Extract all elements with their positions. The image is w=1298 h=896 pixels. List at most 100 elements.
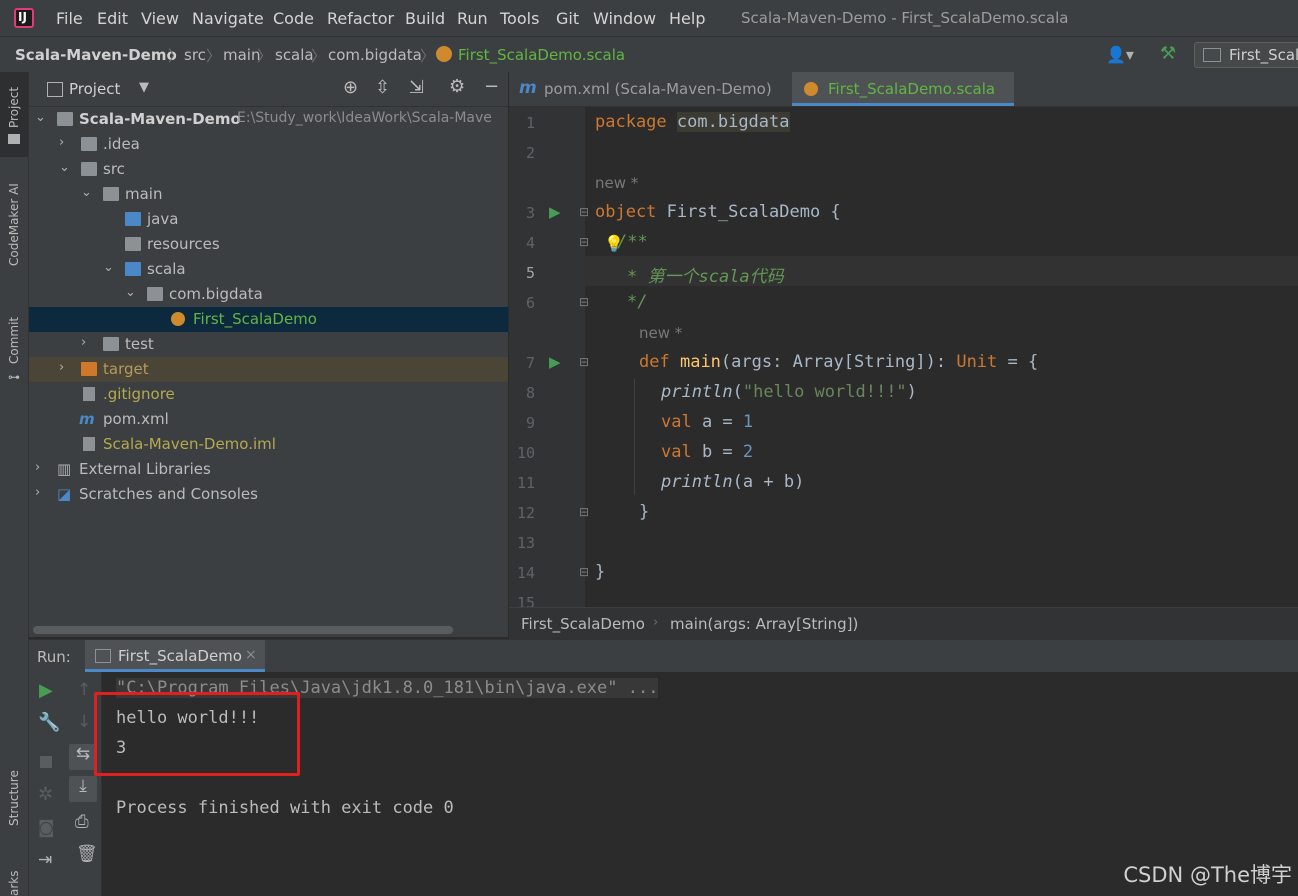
menu-build[interactable]: Build bbox=[405, 9, 445, 28]
window-title: Scala-Maven-Demo - First_ScalaDemo.scala bbox=[741, 9, 1069, 27]
code-line-5: * 第一个scala代码 bbox=[627, 262, 784, 287]
chevron-right-icon[interactable]: › bbox=[35, 460, 40, 475]
project-view-icon bbox=[47, 82, 63, 97]
codemaker-tool-tab[interactable]: CodeMaker AI bbox=[0, 172, 28, 282]
arrow-down-icon[interactable]: ↓ bbox=[77, 712, 91, 732]
horizontal-scrollbar[interactable] bbox=[33, 626, 453, 634]
expand-all-icon[interactable]: ⇳ bbox=[375, 77, 390, 98]
fold-icon[interactable]: ⊟ bbox=[579, 235, 589, 249]
chevron-down-icon[interactable]: ⌄ bbox=[125, 285, 136, 300]
breadcrumb-project[interactable]: Scala-Maven-Demo bbox=[15, 46, 177, 64]
tree-item-test[interactable]: › test bbox=[29, 332, 508, 357]
breadcrumb-main[interactable]: main bbox=[223, 46, 260, 64]
menu-refactor[interactable]: Refactor bbox=[327, 9, 394, 28]
intellij-logo-icon: IJ bbox=[14, 8, 34, 28]
chevron-right-icon[interactable]: › bbox=[59, 135, 64, 150]
wrench-icon[interactable]: 🔧 bbox=[38, 712, 60, 733]
exit-icon[interactable]: ⇥ bbox=[38, 850, 52, 870]
tree-item-scratches[interactable]: › ◪ Scratches and Consoles bbox=[29, 482, 508, 507]
run-gutter-icon[interactable]: ▶ bbox=[549, 353, 561, 371]
menu-window[interactable]: Window bbox=[593, 9, 656, 28]
project-panel-title[interactable]: Project bbox=[69, 80, 120, 98]
menu-edit[interactable]: Edit bbox=[97, 9, 128, 28]
line-number: 11 bbox=[516, 474, 535, 492]
breadcrumb-method[interactable]: main(args: Array[String]) bbox=[670, 615, 858, 633]
debug-icon[interactable]: ✲ bbox=[38, 784, 53, 805]
chevron-down-icon[interactable]: ⌄ bbox=[81, 185, 92, 200]
tab-first-scalademo[interactable]: First_ScalaDemo.scala bbox=[792, 72, 1014, 106]
stop-icon[interactable] bbox=[40, 756, 52, 768]
tree-item-pom[interactable]: m pom.xml bbox=[29, 407, 508, 432]
chevron-down-icon[interactable]: ⌄ bbox=[59, 160, 70, 175]
commit-tool-tab[interactable]: Commit ⊶ bbox=[0, 312, 28, 387]
chevron-down-icon[interactable]: ⌄ bbox=[35, 110, 46, 125]
tree-item-main[interactable]: ⌄ main bbox=[29, 182, 508, 207]
code-line-10: val b = 2 bbox=[661, 442, 753, 462]
run-configuration-select[interactable]: First_Scal bbox=[1194, 42, 1298, 68]
print-icon[interactable]: ⎙ bbox=[75, 812, 89, 832]
chevron-right-icon[interactable]: › bbox=[81, 335, 86, 350]
bookmarks-tool-tab[interactable]: arks bbox=[0, 862, 28, 896]
tab-pom-xml[interactable]: m pom.xml (Scala-Maven-Demo) bbox=[509, 72, 791, 106]
project-tool-tab[interactable]: Project bbox=[0, 72, 28, 157]
menu-file[interactable]: File bbox=[56, 9, 83, 28]
collapse-all-icon[interactable]: ⇲ bbox=[409, 77, 424, 98]
chevron-down-icon[interactable]: ⌄ bbox=[103, 260, 114, 275]
run-tab-first-scalademo[interactable]: First_ScalaDemo × bbox=[85, 640, 265, 672]
arrow-up-icon[interactable]: ↑ bbox=[77, 680, 91, 700]
scala-object-icon bbox=[171, 312, 185, 326]
minimize-icon[interactable]: − bbox=[484, 76, 499, 97]
fold-icon[interactable]: ⊟ bbox=[579, 505, 589, 519]
user-icon[interactable]: 👤▾ bbox=[1106, 45, 1134, 64]
commit-tool-label: Commit bbox=[7, 316, 21, 364]
code-vision-hint[interactable]: new * bbox=[595, 174, 638, 192]
tree-item-gitignore[interactable]: .gitignore bbox=[29, 382, 508, 407]
structure-tool-tab[interactable]: Structure bbox=[0, 762, 28, 852]
soft-wrap-icon[interactable]: ⇆ bbox=[69, 744, 97, 770]
chevron-right-icon[interactable]: › bbox=[59, 360, 64, 375]
chevron-right-icon[interactable]: › bbox=[35, 485, 40, 500]
breadcrumb-object[interactable]: First_ScalaDemo bbox=[521, 615, 645, 633]
tree-item-src[interactable]: ⌄ src bbox=[29, 157, 508, 182]
menu-view[interactable]: View bbox=[141, 9, 179, 28]
code-line-12: } bbox=[639, 502, 649, 522]
tree-item-scala[interactable]: ⌄ scala bbox=[29, 257, 508, 282]
breadcrumb-package[interactable]: com.bigdata bbox=[328, 46, 422, 64]
menu-code[interactable]: Code bbox=[273, 9, 314, 28]
menu-run[interactable]: Run bbox=[457, 9, 488, 28]
menu-tools[interactable]: Tools bbox=[500, 9, 539, 28]
keyword: package bbox=[595, 112, 667, 132]
tree-item-resources[interactable]: resources bbox=[29, 232, 508, 257]
menu-navigate[interactable]: Navigate bbox=[192, 9, 264, 28]
run-gutter-icon[interactable]: ▶ bbox=[549, 203, 561, 221]
tab-label: pom.xml (Scala-Maven-Demo) bbox=[544, 80, 772, 98]
tree-item-project-root[interactable]: ⌄ Scala-Maven-Demo E:\Study_work\IdeaWor… bbox=[29, 107, 508, 132]
menu-git[interactable]: Git bbox=[556, 9, 579, 28]
code-vision-hint[interactable]: new * bbox=[639, 324, 682, 342]
locate-target-icon[interactable]: ⊕ bbox=[343, 77, 358, 98]
fold-icon[interactable]: ⊟ bbox=[579, 355, 589, 369]
folder-icon bbox=[103, 337, 119, 351]
build-hammer-icon[interactable]: ⚒ bbox=[1160, 43, 1176, 64]
breadcrumb-scala[interactable]: scala bbox=[275, 46, 314, 64]
fold-icon[interactable]: ⊟ bbox=[579, 205, 589, 219]
breadcrumb-src[interactable]: src bbox=[184, 46, 206, 64]
tree-item-package[interactable]: ⌄ com.bigdata bbox=[29, 282, 508, 307]
scroll-to-end-icon[interactable]: ⤓ bbox=[69, 776, 97, 802]
trash-icon[interactable]: 🗑 bbox=[76, 844, 98, 864]
tree-item-external-libraries[interactable]: › ▥ External Libraries bbox=[29, 457, 508, 482]
chevron-down-icon[interactable]: ▼ bbox=[139, 80, 149, 95]
fold-icon[interactable]: ⊟ bbox=[579, 565, 589, 579]
rerun-icon[interactable]: ▶ bbox=[39, 680, 53, 701]
camera-icon[interactable]: ◙ bbox=[38, 818, 55, 838]
tree-item-idea[interactable]: › .idea bbox=[29, 132, 508, 157]
tree-item-target[interactable]: › target bbox=[29, 357, 508, 382]
gear-icon[interactable]: ⚙ bbox=[449, 76, 465, 97]
menu-help[interactable]: Help bbox=[669, 9, 705, 28]
breadcrumb-file[interactable]: First_ScalaDemo.scala bbox=[458, 46, 625, 64]
close-icon[interactable]: × bbox=[245, 647, 257, 663]
fold-icon[interactable]: ⊟ bbox=[579, 295, 589, 309]
tree-item-first-scalademo[interactable]: First_ScalaDemo bbox=[29, 307, 508, 332]
tree-item-iml[interactable]: Scala-Maven-Demo.iml bbox=[29, 432, 508, 457]
tree-item-java[interactable]: java bbox=[29, 207, 508, 232]
